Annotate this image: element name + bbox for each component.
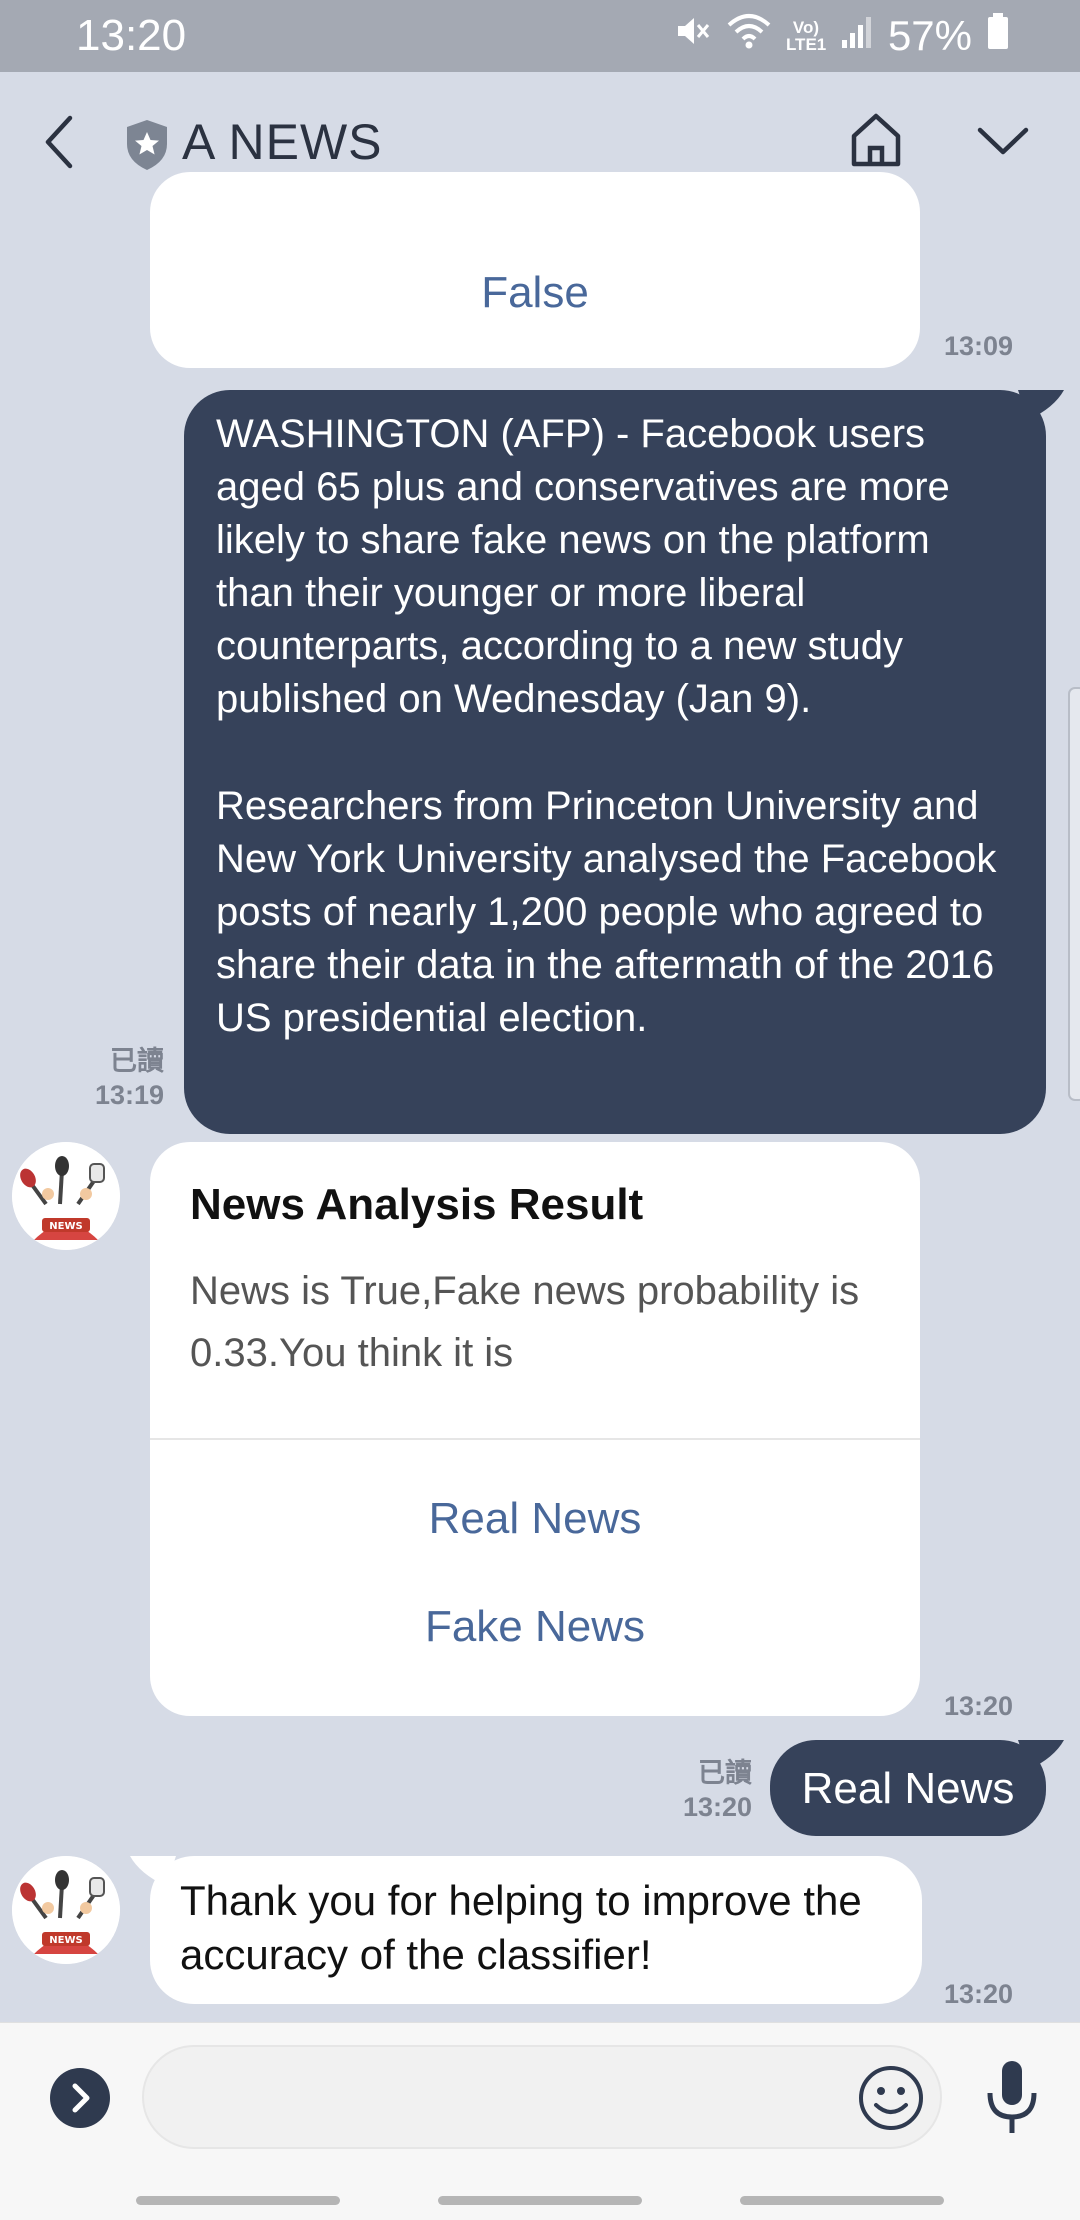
bot-message-thanks: Thank you for helping to improve the acc… [150, 1856, 922, 2004]
expand-menu-button[interactable] [50, 2068, 110, 2128]
status-time: 13:20 [76, 11, 187, 60]
card-body: News is True,Fake news probability is 0.… [190, 1269, 860, 1375]
svg-text:NEWS: NEWS [49, 1935, 82, 1946]
thanks-text: Thank you for helping to improve the acc… [180, 1877, 862, 1978]
false-option-text[interactable]: False [150, 268, 920, 318]
user-message-article: WASHINGTON (AFP) - Facebook users aged 6… [184, 390, 1046, 1134]
official-account-shield-icon [124, 118, 170, 172]
bubble-tail [1018, 390, 1064, 420]
bot-avatar[interactable]: NEWS [12, 1142, 120, 1250]
home-button[interactable] [846, 110, 906, 170]
chevron-right-icon [72, 2083, 90, 2113]
card-title: News Analysis Result [190, 1180, 644, 1229]
read-receipt: 已讀 13:19 [60, 1044, 164, 1112]
message-time: 13:09 [944, 331, 1014, 361]
chat-screen: 13:20 Vo) LTE1 57% A NEWS False 13:09 已讀… [0, 0, 1080, 2220]
reply-text: Real News [801, 1764, 1015, 1813]
message-time: 13:20 [944, 1691, 1014, 1721]
message-time: 13:20 [682, 1792, 752, 1822]
user-message-reply: Real News [770, 1740, 1046, 1836]
svg-text:NEWS: NEWS [49, 1221, 82, 1232]
fake-news-button[interactable]: Fake News [150, 1602, 920, 1652]
chat-messages: False 13:09 已讀 13:19 WASHINGTON (AFP) - … [0, 172, 1080, 2022]
article-paragraph-2: Researchers from Princeton University an… [216, 784, 997, 1040]
emoji-icon [859, 2066, 923, 2130]
card-divider [150, 1438, 920, 1440]
status-bar: 13:20 Vo) LTE1 57% [0, 0, 1080, 72]
battery-percent: 57% [887, 12, 972, 59]
status-icons: Vo) LTE1 57% [672, 10, 1010, 62]
message-time: 13:19 [94, 1080, 164, 1110]
back-button[interactable] [38, 112, 82, 172]
message-input[interactable] [142, 2045, 942, 2149]
article-paragraph-1: WASHINGTON (AFP) - Facebook users aged 6… [216, 412, 950, 721]
message-time: 13:20 [944, 1979, 1014, 2009]
emoji-button[interactable] [856, 2063, 926, 2133]
read-label: 已讀 [110, 1046, 164, 1076]
microphone-icon [987, 2061, 1037, 2133]
system-navigation-bar [0, 2172, 1080, 2220]
nav-home-handle[interactable] [438, 2196, 642, 2205]
wifi-icon [726, 11, 772, 61]
message-input-bar [0, 2022, 1080, 2173]
mute-icon [672, 11, 712, 61]
chevron-down-icon [977, 127, 1029, 155]
bubble-tail [1018, 1740, 1064, 1770]
real-news-button[interactable]: Real News [150, 1494, 920, 1544]
signal-icon [840, 12, 874, 60]
chat-title: A NEWS [182, 114, 383, 170]
nav-recents-handle[interactable] [740, 2196, 944, 2205]
nav-back-handle[interactable] [136, 2196, 340, 2205]
read-receipt: 已讀 13:20 [654, 1756, 752, 1824]
read-label: 已讀 [698, 1758, 752, 1788]
news-microphones-avatar-icon: NEWS [12, 1856, 120, 1964]
network-type: Vo) LTE1 [785, 18, 827, 54]
voice-input-button[interactable] [982, 2057, 1042, 2137]
bot-avatar[interactable]: NEWS [12, 1856, 120, 1964]
home-icon [851, 113, 901, 167]
back-arrow-icon [45, 115, 73, 169]
scrollbar[interactable] [1068, 687, 1080, 1101]
menu-dropdown-button[interactable] [976, 122, 1030, 162]
news-microphones-avatar-icon: NEWS [12, 1142, 120, 1250]
bot-message-false: False [150, 172, 920, 368]
analysis-result-card: News Analysis Result News is True,Fake n… [150, 1142, 920, 1716]
battery-icon [986, 11, 1010, 61]
